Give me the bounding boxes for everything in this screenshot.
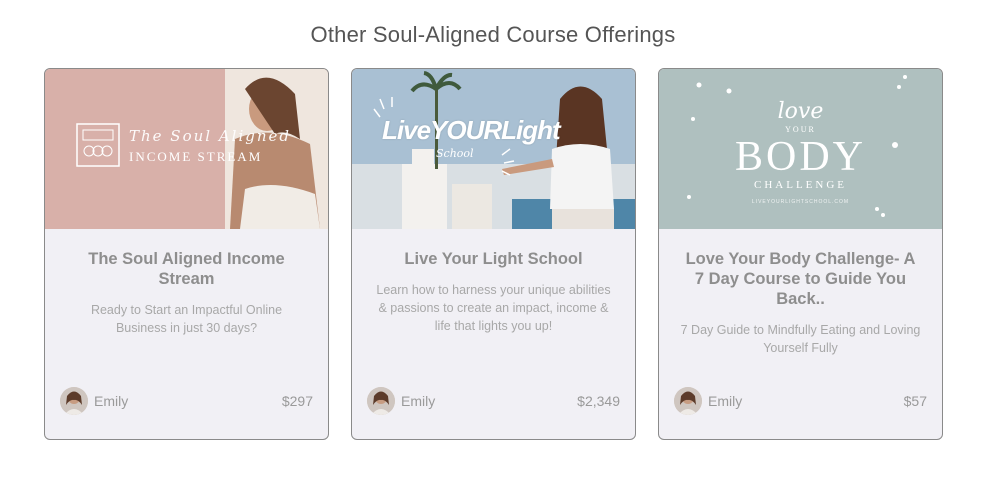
thumbnail-script-text: The Soul Aligned [129,127,292,145]
thumbnail-subheadline-text: CHALLENGE [754,179,847,191]
thumbnail-script-text: School [436,147,474,160]
thumbnail-script-text: love [777,99,824,124]
section-title: Other Soul-Aligned Course Offerings [310,22,676,47]
author-avatar [367,387,395,415]
course-card-love-your-body-challenge[interactable]: love YOUR BODY CHALLENGE LIVEYOURLIGHTSC… [658,68,943,440]
course-description: Learn how to harness your unique abiliti… [376,283,611,333]
thumbnail-headline-text: INCOME STREAM [129,149,263,164]
course-description: Ready to Start an Impactful Online Busin… [90,303,283,335]
author-avatar [674,387,702,415]
author-avatar [60,387,88,415]
course-title[interactable]: Love Your Body Challenge- A 7 Day Course… [681,249,920,309]
author-name: Emily [708,393,743,409]
author-name: Emily [401,393,436,409]
course-footer: Emily $2,349 [367,387,620,415]
thumbnail-headline-text: BODY [734,134,866,180]
course-price: $2,349 [577,393,620,409]
course-description: 7 Day Guide to Mindfully Eating and Lovi… [680,323,921,355]
thumbnail-url-text: LIVEYOURLIGHTSCHOOL.COM [751,199,850,205]
course-thumbnail[interactable]: love YOUR BODY CHALLENGE LIVEYOURLIGHTSC… [659,69,942,229]
course-price: $297 [281,393,313,409]
author-name: Emily [94,393,129,409]
course-footer: Emily $57 [674,387,927,415]
course-thumbnail[interactable]: The Soul Aligned INCOME STREAM [45,69,328,229]
course-footer: Emily $297 [60,387,313,415]
course-price: $57 [903,393,927,409]
thumbnail-headline-text: LiveYOURLight [382,115,561,145]
thumbnail-image [352,69,635,229]
course-card-soul-aligned-income-stream[interactable]: The Soul Aligned INCOME STREAM The Soul … [44,68,329,440]
course-card-live-your-light-school[interactable]: LiveYOURLight School Live Your Light Sch… [351,68,636,440]
course-title[interactable]: Live Your Light School [374,249,613,269]
course-title[interactable]: The Soul Aligned Income Stream [67,249,306,289]
course-thumbnail[interactable]: LiveYOURLight School [352,69,635,229]
